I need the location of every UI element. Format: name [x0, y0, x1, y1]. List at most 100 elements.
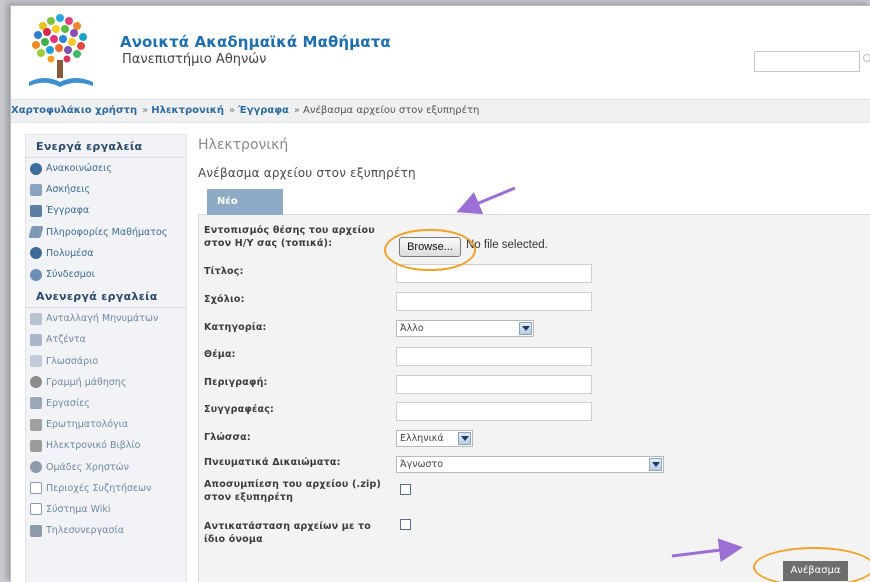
sidebar-item-label: Ανακοινώσεις	[46, 163, 112, 174]
agenda-icon	[30, 334, 42, 346]
file-location-label-line2: στον Η/Υ σας (τοπικά):	[204, 237, 375, 250]
breadcrumb-documents[interactable]: Έγγραφα	[238, 105, 289, 116]
copyright-select[interactable]: Άγνωστο	[396, 456, 664, 473]
assignments-icon	[30, 397, 42, 409]
sidebar-item-assignments[interactable]: Εργασίες	[26, 393, 186, 414]
subject-label: Θέμα:	[204, 348, 236, 361]
breadcrumb-portfolio[interactable]: Χαρτοφυλάκιο χρήστη	[11, 105, 137, 116]
page-title: Ανέβασμα αρχείου στον εξυπηρέτη	[198, 166, 416, 180]
replace-label-line2: ίδιο όνομα	[204, 533, 371, 546]
sidebar-item-label: Ερωτηματολόγια	[46, 419, 128, 430]
description-label: Περιγραφή:	[204, 376, 268, 389]
category-select[interactable]: Άλλο	[396, 320, 534, 337]
sidebar-item-wiki[interactable]: Σύστημα Wiki	[26, 499, 186, 520]
sidebar-item-documents[interactable]: Έγγραφα	[26, 200, 186, 221]
sidebar-item-links[interactable]: Σύνδεσμοι	[26, 264, 186, 285]
site-title[interactable]: Ανοικτά Ακαδημαϊκά Μαθήματα	[120, 33, 391, 51]
links-icon	[30, 269, 42, 281]
site-header: Ανοικτά Ακαδημαϊκά Μαθήματα Πανεπιστήμιο…	[11, 6, 870, 98]
sidebar-item-exercises[interactable]: Ασκήσεις	[26, 179, 186, 200]
forums-icon	[30, 482, 42, 494]
sidebar-item-label: Πολυμέσα	[46, 248, 94, 259]
learning-path-icon	[30, 376, 42, 388]
course-name: Ηλεκτρονική	[198, 137, 288, 153]
sidebar-item-label: Πληροφορίες Μαθήματος	[46, 227, 167, 238]
sidebar-item-multimedia[interactable]: Πολυμέσα	[26, 243, 186, 264]
breadcrumb-separator: »	[294, 105, 300, 116]
ebook-icon	[30, 440, 42, 452]
replace-checkbox[interactable]	[400, 519, 411, 530]
announcements-icon	[30, 163, 42, 175]
sidebar-item-user-groups[interactable]: Ομάδες Χρηστών	[26, 456, 186, 477]
unzip-label-line1: Αποσυμπίεση του αρχείου (.zip)	[204, 478, 381, 491]
author-input[interactable]	[396, 402, 592, 421]
unzip-label: Αποσυμπίεση του αρχείου (.zip) στον εξυπ…	[204, 478, 381, 504]
sidebar-item-label: Ομάδες Χρηστών	[46, 462, 129, 473]
copyright-select-value: Άγνωστο	[400, 459, 443, 470]
author-label: Συγγραφέας:	[204, 403, 274, 416]
browser-page: Ανοικτά Ακαδημαϊκά Μαθήματα Πανεπιστήμιο…	[10, 5, 870, 582]
subject-input[interactable]	[396, 347, 592, 366]
comment-input[interactable]	[396, 292, 592, 311]
sidebar-item-label: Τηλεσυνεργασία	[46, 525, 124, 536]
language-label: Γλώσσα:	[204, 431, 251, 444]
sidebar-item-teleconference[interactable]: Τηλεσυνεργασία	[26, 520, 186, 541]
user-groups-icon	[30, 461, 42, 473]
chevron-down-icon[interactable]	[649, 458, 662, 471]
sidebar-item-announcements[interactable]: Ανακοινώσεις	[26, 158, 186, 179]
teleconference-icon	[30, 525, 42, 537]
sidebar-item-glossary[interactable]: Γλωσσάριο	[26, 351, 186, 372]
replace-label-line1: Αντικατάσταση αρχείων με το	[204, 520, 371, 533]
message-exchange-icon	[30, 313, 42, 325]
breadcrumb-course[interactable]: Ηλεκτρονική	[151, 105, 224, 116]
glossary-icon	[30, 355, 42, 367]
unzip-checkbox[interactable]	[400, 484, 411, 495]
sidebar-item-label: Ανταλλαγή Μηνυμάτων	[46, 313, 158, 324]
documents-icon	[30, 205, 42, 217]
highlight-ellipse-upload	[753, 547, 870, 582]
sidebar-item-label: Ηλεκτρονικό Βιβλίο	[46, 440, 140, 451]
sidebar-item-message-exchange[interactable]: Ανταλλαγή Μηνυμάτων	[26, 308, 186, 329]
file-status-text: No file selected.	[466, 239, 548, 251]
site-logo[interactable]	[21, 12, 101, 94]
sidebar-item-label: Γραμμή μάθησης	[46, 377, 126, 388]
language-select[interactable]: Ελληνικά	[396, 430, 473, 447]
exercises-icon	[30, 184, 42, 196]
highlight-ellipse-browse	[384, 229, 476, 271]
category-select-value: Άλλο	[400, 323, 424, 334]
description-input[interactable]	[396, 375, 592, 394]
sidebar-item-label: Ασκήσεις	[46, 184, 90, 195]
search-input[interactable]	[754, 51, 860, 72]
sidebar-item-label: Σύνδεσμοι	[46, 269, 95, 280]
sidebar-item-agenda[interactable]: Ατζέντα	[26, 329, 186, 350]
sidebar-heading-active: Ενεργά εργαλεία	[26, 135, 186, 158]
sidebar-item-course-info[interactable]: Πληροφορίες Μαθήματος	[26, 222, 186, 243]
sidebar-item-forums[interactable]: Περιοχές Συζητήσεων	[26, 478, 186, 499]
sidebar-item-label: Γλωσσάριο	[46, 356, 98, 367]
chevron-down-icon[interactable]	[458, 432, 471, 445]
sidebar-item-questionnaires[interactable]: Ερωτηματολόγια	[26, 414, 186, 435]
sidebar-item-label: Ατζέντα	[46, 334, 86, 345]
breadcrumb-current: Ανέβασμα αρχείου στον εξυπηρέτη	[303, 105, 479, 116]
site-subtitle: Πανεπιστήμιο Αθηνών	[122, 52, 266, 67]
form-tab-new-message: Νέο μήνυμα	[207, 189, 283, 215]
search-icon[interactable]	[862, 53, 870, 65]
sidebar-item-label: Έγγραφα	[46, 205, 89, 216]
comment-label: Σχόλιο:	[204, 293, 245, 306]
breadcrumb: Χαρτοφυλάκιο χρήστη»Ηλεκτρονική»Έγγραφα»…	[11, 99, 870, 123]
questionnaires-icon	[30, 419, 42, 431]
file-location-label-line1: Εντοπισμός θέσης του αρχείου	[204, 224, 375, 237]
wiki-icon	[30, 503, 42, 515]
category-label: Κατηγορία:	[204, 321, 267, 334]
title-label: Τίτλος:	[204, 265, 244, 278]
file-location-label: Εντοπισμός θέσης του αρχείου στον Η/Υ σα…	[204, 224, 375, 250]
unzip-label-line2: στον εξυπηρέτη	[204, 491, 381, 504]
sidebar-item-learning-path[interactable]: Γραμμή μάθησης	[26, 372, 186, 393]
multimedia-icon	[30, 247, 42, 259]
breadcrumb-separator: »	[142, 105, 148, 116]
sidebar-item-ebook[interactable]: Ηλεκτρονικό Βιβλίο	[26, 435, 186, 456]
sidebar-item-label: Σύστημα Wiki	[46, 504, 111, 515]
breadcrumb-separator: »	[229, 105, 235, 116]
sidebar-item-label: Περιοχές Συζητήσεων	[46, 483, 151, 494]
chevron-down-icon[interactable]	[519, 322, 532, 335]
